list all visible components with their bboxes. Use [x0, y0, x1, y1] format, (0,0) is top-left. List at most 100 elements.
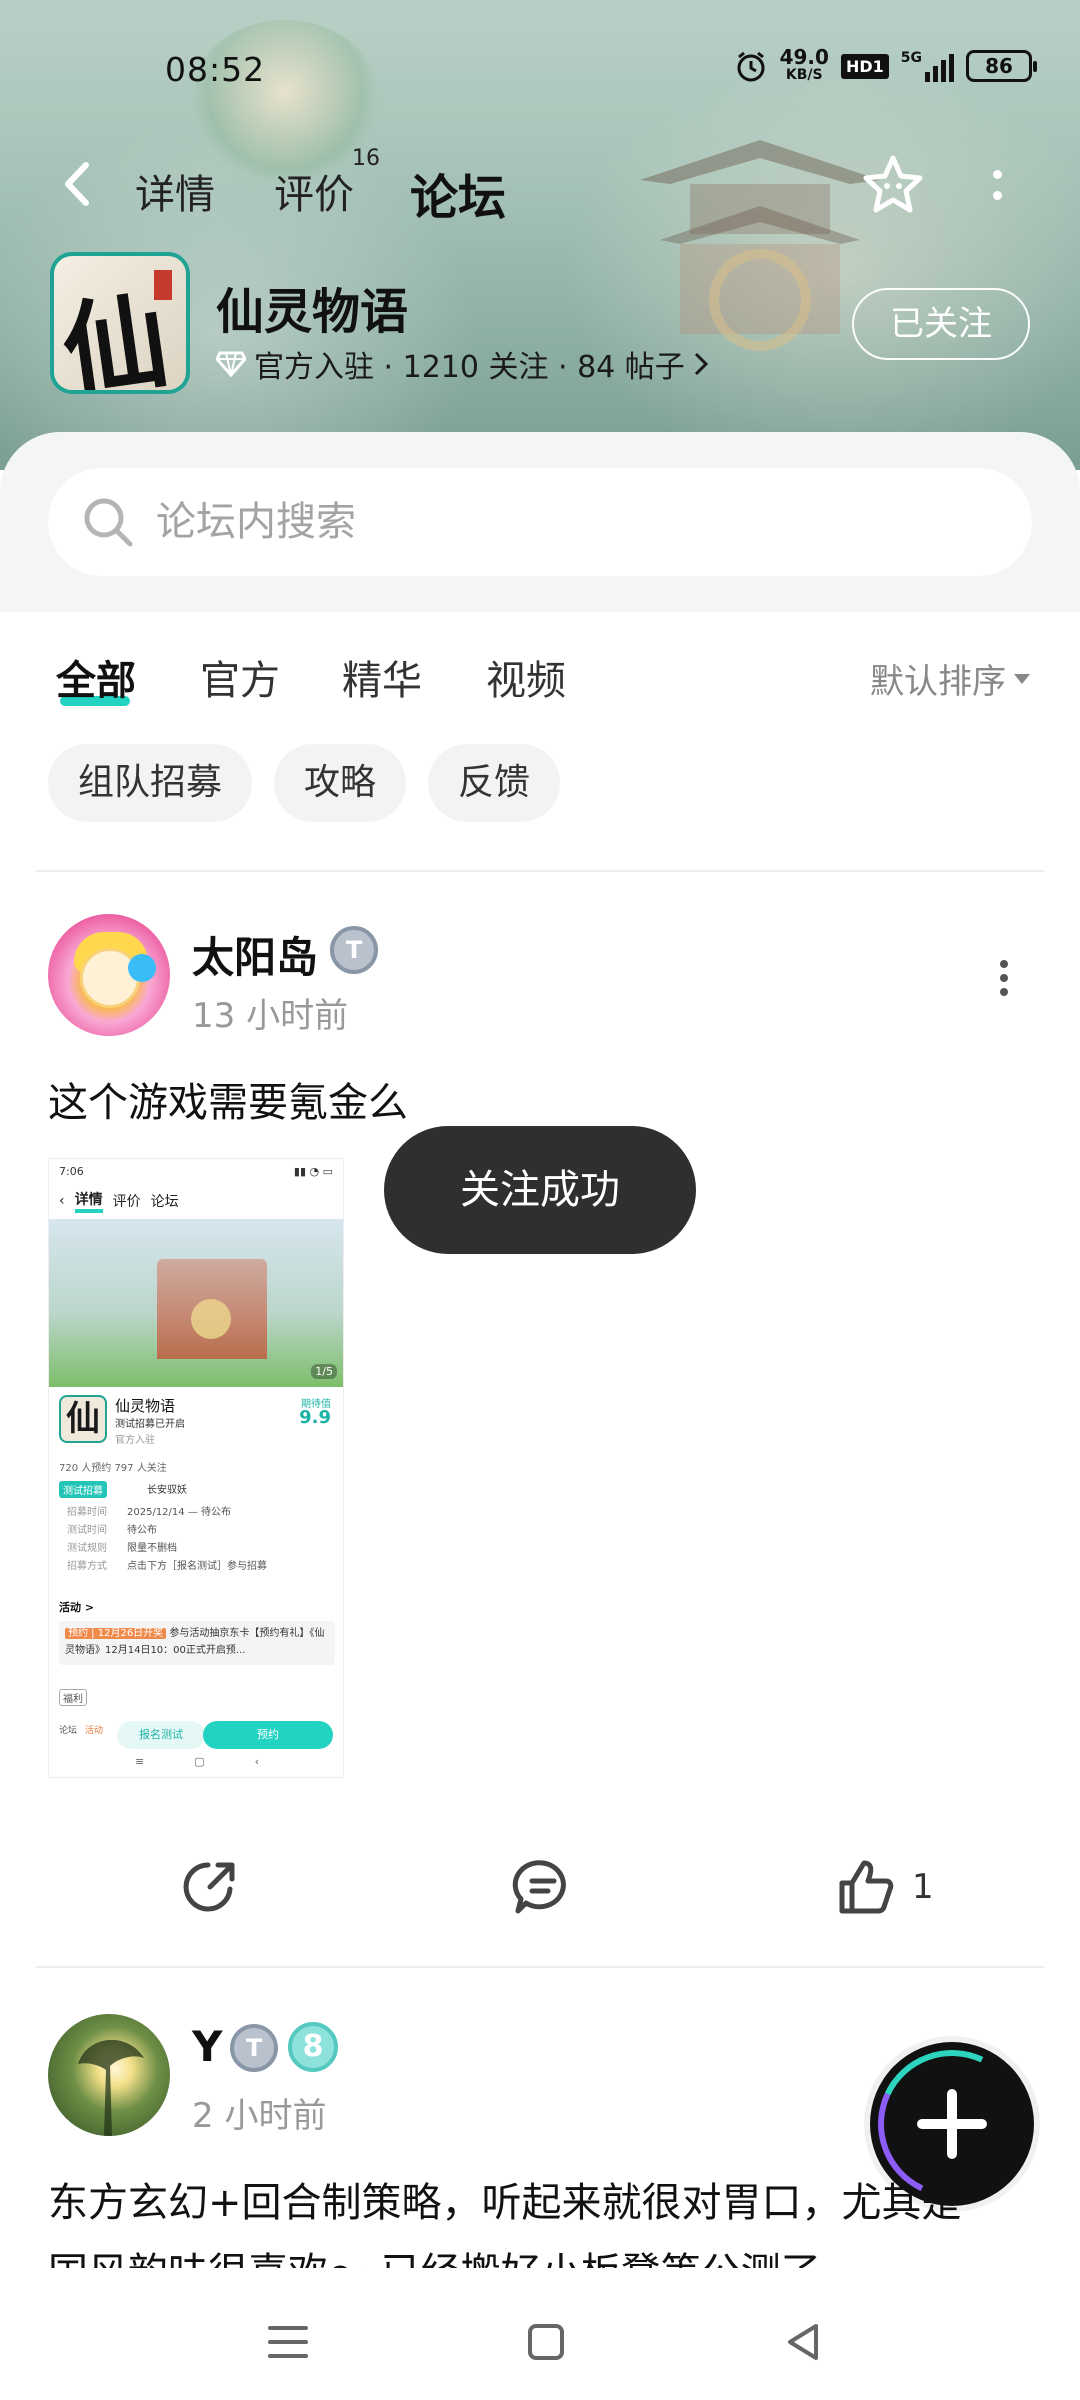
post-text[interactable]: 这个游戏需要氪金么: [48, 1070, 408, 1128]
avatar[interactable]: [48, 2014, 170, 2136]
shot-banner: 1/5: [49, 1219, 343, 1387]
avatar[interactable]: [48, 914, 170, 1036]
favorite-button[interactable]: [858, 150, 928, 220]
star-icon: [863, 155, 923, 213]
home-square-icon: [528, 2324, 564, 2360]
shot-game-icon: 仙: [59, 1395, 107, 1443]
tab-official[interactable]: 官方: [200, 648, 280, 706]
back-nav-button[interactable]: [774, 2312, 834, 2372]
search-box[interactable]: [48, 468, 1032, 576]
caret-down-icon: [1014, 673, 1030, 684]
post-time: 2 小时前: [192, 2096, 327, 2136]
user-rank-badge: 8: [288, 2022, 338, 2072]
category-tabs: 全部 官方 精华 视频 默认排序: [0, 640, 1080, 710]
tab-featured[interactable]: 精华: [342, 648, 422, 706]
home-button[interactable]: [516, 2312, 576, 2372]
user-level-badge: T: [330, 926, 378, 974]
shot-score: 9.9: [299, 1407, 331, 1428]
shot-activity-box: 预约 | 12月26日开奖 参与活动抽京东卡【预约有礼】《仙灵物语》12月14日…: [59, 1621, 335, 1665]
shot-status-icons: ▮▮ ◔ ▭: [293, 1165, 333, 1178]
comment-button[interactable]: [512, 1852, 574, 1922]
tab-forum-label: 论坛: [410, 170, 507, 226]
post-time: 13 小时前: [192, 996, 349, 1036]
chevron-right-icon: [694, 352, 708, 376]
game-meta[interactable]: 官方入驻 · 1210 关注 · 84 帖子: [216, 342, 709, 386]
new-post-button[interactable]: [857, 2029, 1047, 2219]
follow-button[interactable]: 已关注: [852, 288, 1030, 360]
more-vertical-icon: [992, 170, 1002, 179]
signal-icon: 5G: [901, 50, 954, 82]
back-button[interactable]: [52, 156, 102, 212]
tab-review-label: 评价: [274, 172, 354, 218]
shot-game-sub: 测试招募已开启: [115, 1419, 185, 1430]
chip-guide[interactable]: 攻略: [274, 744, 407, 822]
game-meta-text: 官方入驻 · 1210 关注 · 84 帖子: [254, 350, 685, 385]
system-nav-bar: [0, 2270, 1080, 2400]
hd-badge: HD1: [840, 53, 889, 79]
shot-game-name: 仙灵物语: [115, 1397, 176, 1415]
search-icon: [84, 498, 133, 547]
post-username[interactable]: 太阳岛: [192, 924, 318, 985]
tree-silhouette: [78, 2039, 144, 2136]
diamond-icon: [216, 351, 246, 377]
tab-video[interactable]: 视频: [486, 648, 566, 706]
tab-review[interactable]: 评价 16: [274, 146, 380, 220]
like-button[interactable]: 1: [836, 1852, 934, 1922]
back-triangle-icon: [788, 2324, 818, 2360]
like-count: 1: [912, 1867, 934, 1907]
tab-all-label: 全部: [56, 658, 136, 704]
post-image[interactable]: 7:06 ▮▮ ◔ ▭ ‹ 详情 评价 论坛 1/5 仙 仙灵物语 测试招募已开启 官…: [48, 1158, 344, 1778]
sort-dropdown[interactable]: 默认排序: [870, 654, 1030, 703]
shot-welfare: 福利: [59, 1689, 87, 1706]
thumbs-up-icon: [839, 1860, 894, 1914]
shot-tag2: 长安驭妖: [147, 1485, 187, 1496]
topic-chips: 组队招募 攻略 反馈: [48, 744, 561, 822]
shot-nav: ‹ 详情 评价 论坛: [59, 1189, 179, 1213]
seal-mark: [154, 270, 172, 300]
clock: 08:52: [165, 50, 266, 89]
alarm-icon: [737, 51, 765, 82]
shot-row: 招募方式 点击下方［报名测试］参与招募: [67, 1561, 267, 1572]
shot-row: 测试规则 限量不删档: [67, 1543, 177, 1554]
sort-label: 默认排序: [870, 662, 1006, 702]
battery-indicator: 86: [966, 50, 1037, 82]
search-panel: [0, 432, 1080, 612]
tab-forum[interactable]: 论坛: [410, 158, 506, 228]
game-title: 仙灵物语: [216, 284, 409, 340]
shot-official: 官方入驻: [115, 1435, 155, 1446]
comment-icon: [512, 1860, 566, 1914]
search-input[interactable]: [156, 492, 976, 552]
status-bar: 08:52 49.0 KB/S HD1 5G 86: [0, 40, 1080, 100]
shot-tag: 测试招募: [59, 1481, 107, 1498]
tab-all[interactable]: 全部: [56, 648, 136, 706]
post-username[interactable]: Y: [192, 2022, 222, 2071]
share-icon: [183, 1862, 235, 1912]
divider: [36, 870, 1044, 872]
shot-row: 招募时间 2025/12/14 — 待公布: [67, 1507, 231, 1518]
toast-message: 关注成功: [384, 1126, 696, 1254]
review-count-badge: 16: [352, 146, 380, 171]
shot-counts: 720 人预约 797 人关注: [59, 1463, 167, 1474]
chip-team-recruit[interactable]: 组队招募: [48, 744, 253, 822]
shot-row: 测试时间 待公布: [67, 1525, 157, 1536]
menu-icon: [268, 2326, 308, 2358]
menu-button[interactable]: [258, 2312, 318, 2372]
plus-icon: [917, 2089, 987, 2159]
back-arrow-icon: [65, 162, 89, 206]
net-speed: 49.0 KB/S: [779, 45, 829, 83]
more-button[interactable]: [980, 160, 1014, 210]
more-vertical-icon: [1000, 960, 1008, 968]
shot-bottom-bar: 论坛 活动 报名测试 预约: [49, 1717, 343, 1751]
user-level-badge: T: [230, 2024, 278, 2072]
shot-system-nav: ≡ ▢ ‹: [134, 1755, 260, 1768]
game-icon[interactable]: 仙: [50, 252, 190, 394]
share-button[interactable]: [180, 1852, 240, 1922]
tab-detail[interactable]: 详情: [135, 162, 215, 220]
shot-activity: 活动 >: [59, 1601, 95, 1614]
post-more-button[interactable]: [996, 960, 1012, 996]
chip-feedback[interactable]: 反馈: [428, 744, 561, 822]
divider: [36, 1966, 1044, 1968]
shot-status-time: 7:06: [59, 1165, 84, 1178]
post-text-continued[interactable]: 国风韵味很喜欢～ 已经搬好小板凳等公测了: [48, 2240, 821, 2268]
top-nav: 详情 评价 16 论坛: [0, 140, 1080, 230]
